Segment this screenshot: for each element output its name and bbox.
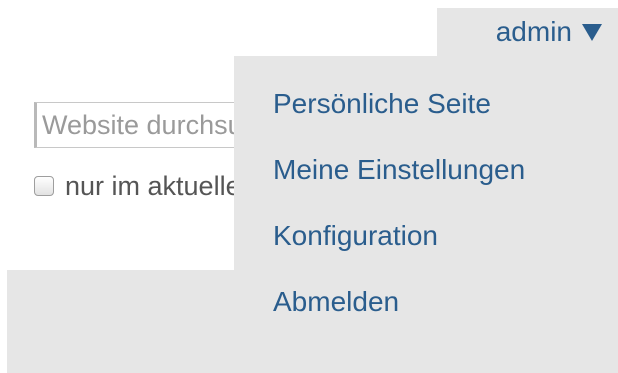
current-project-checkbox[interactable] [34,176,54,196]
user-menu-trigger[interactable]: admin [437,8,618,56]
menu-item-sign-out[interactable]: Abmelden [234,276,618,342]
username-label[interactable]: admin [496,16,572,48]
user-dropdown-menu: Persönliche Seite Meine Einstellungen Ko… [234,56,618,350]
menu-item-my-page[interactable]: Persönliche Seite [234,78,618,144]
menu-item-administration[interactable]: Konfiguration [234,210,618,276]
caret-down-icon[interactable] [582,23,602,41]
menu-item-my-account[interactable]: Meine Einstellungen [234,144,618,210]
